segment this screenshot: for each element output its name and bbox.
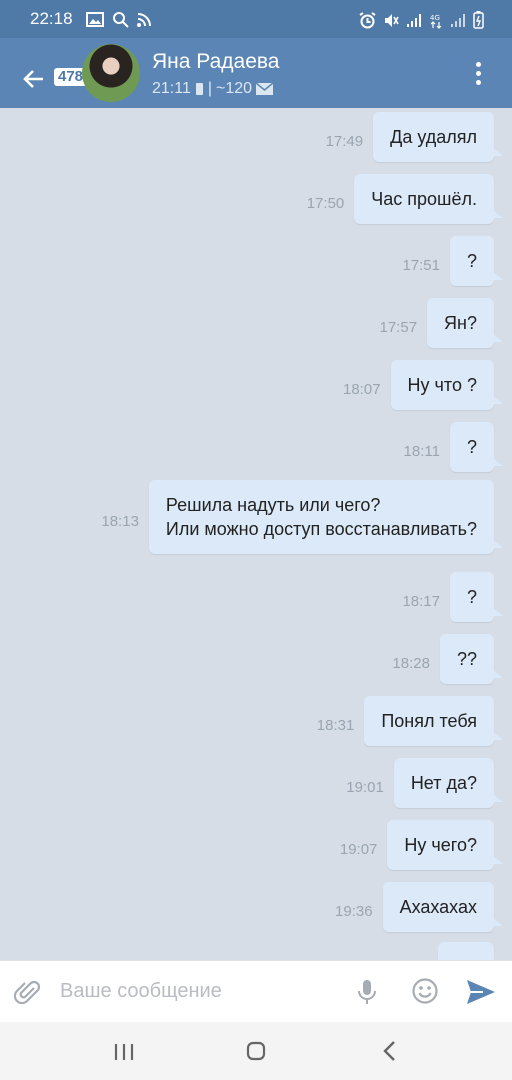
battery-icon [473, 11, 484, 29]
arrow-left-icon [23, 70, 43, 88]
message-time: 18:17 [402, 592, 440, 610]
contact-name[interactable]: Яна Радаева [152, 50, 279, 74]
alarm-icon [359, 11, 376, 28]
message-row[interactable]: 18:11? [403, 422, 504, 472]
message-time: 19:01 [346, 778, 384, 796]
message-bubble[interactable]: Ну чего? [387, 820, 503, 870]
system-navigation-bar [0, 1022, 512, 1080]
mail-icon [256, 83, 274, 95]
composer: Ваше сообщение [0, 960, 512, 1023]
rss-icon [137, 12, 151, 27]
message-time: 17:51 [402, 256, 440, 274]
status-left-icons [86, 11, 151, 28]
back-button[interactable]: 478 [22, 58, 88, 98]
message-bubble[interactable]: ? [449, 236, 504, 286]
contact-status: 21:11 | ~120 [152, 80, 274, 98]
message-row[interactable]: 17:57 Ян? [379, 298, 503, 348]
message-bubble[interactable]: Решила надуть или чего? Или можно доступ… [148, 480, 504, 554]
message-bubble[interactable]: ?? [439, 634, 504, 684]
message-row[interactable]: Ок [438, 942, 494, 960]
status-bar: 22:18 4G [0, 0, 512, 38]
signal-icon-2 [451, 13, 465, 27]
status-time: 22:18 [30, 9, 73, 28]
search-icon [113, 12, 129, 28]
distance: ~120 [216, 80, 253, 97]
image-icon [86, 12, 104, 27]
signal-icon [407, 13, 421, 27]
phone-icon [195, 83, 203, 95]
message-list[interactable]: 17:49 Да удалял 17:50 Час прошёл. 17:51? 17:5… [0, 108, 512, 960]
mute-icon [385, 13, 399, 27]
svg-text:4G: 4G [430, 14, 440, 22]
message-bubble[interactable]: Нет да? [393, 758, 504, 808]
send-icon[interactable] [466, 979, 496, 1005]
message-time: 18:13 [101, 512, 139, 530]
message-bubble[interactable]: Ян? [427, 298, 503, 348]
message-row[interactable]: 18:17? [402, 572, 504, 622]
smiley-icon[interactable] [411, 977, 439, 1005]
message-input[interactable]: Ваше сообщение [60, 980, 222, 1003]
message-bubble[interactable]: ? [449, 422, 504, 472]
separator: | [207, 80, 213, 97]
avatar[interactable] [82, 44, 140, 102]
status-right-icons: 4G [359, 11, 484, 29]
message-time: 18:11 [403, 442, 440, 460]
message-bubble[interactable]: Час прошёл. [354, 174, 503, 224]
4g-icon: 4G [430, 14, 442, 29]
message-row[interactable]: 18:13 Решила надуть или чего? Или можно д… [101, 480, 504, 554]
last-seen-time: 21:11 [152, 80, 191, 97]
message-row[interactable]: 19:36 Ахахахах [335, 882, 504, 932]
paperclip-icon[interactable] [14, 979, 42, 1007]
message-time: 17:57 [379, 318, 418, 336]
more-menu-button[interactable] [468, 62, 488, 90]
message-row[interactable]: 18:31 Понял тебя [316, 696, 503, 746]
chat-header: 478 Яна Радаева 21:11 | ~120 [0, 38, 512, 108]
message-time: 19:36 [335, 902, 373, 920]
recent-apps-icon[interactable] [113, 1042, 135, 1062]
message-row[interactable]: 17:50 Час прошёл. [306, 174, 503, 224]
home-icon[interactable] [246, 1041, 266, 1061]
message-bubble[interactable]: Понял тебя [364, 696, 503, 746]
message-bubble[interactable]: Ок [438, 942, 494, 960]
message-row[interactable]: 17:49 Да удалял [325, 112, 503, 162]
back-nav-icon[interactable] [380, 1040, 400, 1062]
message-bubble[interactable]: ? [449, 572, 504, 622]
message-bubble[interactable]: Ну что ? [390, 360, 504, 410]
message-time: 18:31 [316, 716, 355, 734]
message-time: 17:49 [325, 132, 364, 150]
message-row[interactable]: 19:07 Ну чего? [339, 820, 503, 870]
message-time: 17:50 [306, 194, 345, 212]
message-row[interactable]: 18:07 Ну что ? [343, 360, 504, 410]
message-time: 18:28 [392, 654, 430, 672]
message-row[interactable]: 17:51? [402, 236, 504, 286]
microphone-icon[interactable] [356, 978, 378, 1006]
message-bubble[interactable]: Да удалял [373, 112, 503, 162]
message-bubble[interactable]: Ахахахах [382, 882, 504, 932]
message-row[interactable]: 18:28?? [392, 634, 504, 684]
message-row[interactable]: 19:01 Нет да? [346, 758, 504, 808]
message-time: 19:07 [339, 840, 378, 858]
message-time: 18:07 [343, 380, 381, 398]
